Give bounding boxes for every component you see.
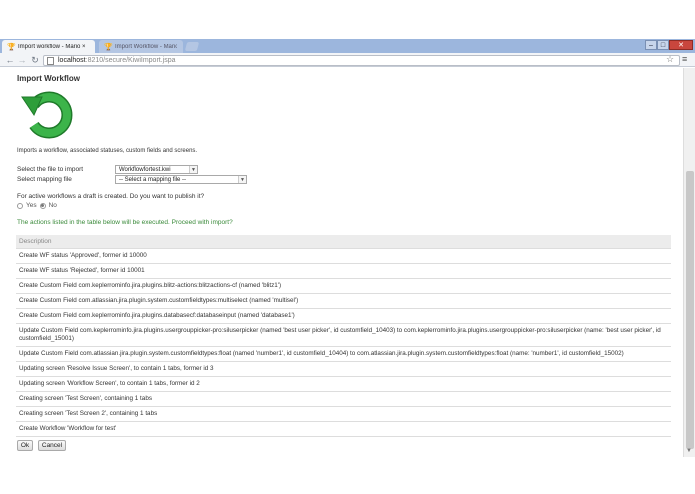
new-tab-button[interactable]: [184, 42, 200, 51]
star-icon[interactable]: ☆: [666, 54, 674, 65]
cancel-button[interactable]: Cancel: [38, 440, 66, 451]
back-icon[interactable]: ←: [4, 54, 16, 66]
table-row: Create Custom Field com.atlassian.jira.p…: [16, 293, 671, 309]
mapping-select[interactable]: -- Select a mapping file -- ▼: [115, 175, 247, 184]
chevron-down-icon: ▼: [189, 166, 197, 173]
table-row: Creating screen 'Test Screen', containin…: [16, 391, 671, 407]
page-icon: [47, 56, 54, 65]
table-row: Create Workflow 'Workflow for test': [16, 421, 671, 437]
table-row: Create Custom Field com.keplerrominfo.ji…: [16, 308, 671, 324]
table-row: Create Custom Field com.keplerrominfo.ji…: [16, 278, 671, 294]
publish-question: For active workflows a draft is created.…: [17, 193, 205, 200]
publish-yes-label: Yes: [26, 202, 37, 209]
table-cell: Create WF status 'Approved', former id 1…: [16, 248, 671, 264]
browser-tab-strip: 🏆 Import workflow - Mario × 🏆 Import Wor…: [0, 39, 695, 53]
file-label: Select the file to import: [17, 166, 84, 173]
top-margin: [0, 0, 695, 39]
menu-icon[interactable]: ≡: [682, 54, 687, 64]
tab-label: Import Workflow - Mario.bu (L): [115, 43, 177, 50]
scroll-down-icon[interactable]: ▼: [686, 448, 692, 454]
browser-toolbar: ← → ↻ localhost:8210/secure/KiwiImport.j…: [0, 53, 695, 67]
table-cell: Updating screen 'Workflow Screen', to co…: [16, 376, 671, 392]
publish-no-radio[interactable]: [39, 202, 46, 209]
address-bar[interactable]: localhost:8210/secure/KiwiImport.jspa: [43, 55, 680, 66]
table-row: Updating screen 'Workflow Screen', to co…: [16, 376, 671, 392]
table-cell: Create Custom Field com.keplerrominfo.ji…: [16, 278, 671, 294]
table-row: Updating screen 'Resolve Issue Screen', …: [16, 361, 671, 377]
tab-import-workflow-2[interactable]: 🏆 Import Workflow - Mario.bu (L): [99, 40, 183, 53]
favicon-icon: 🏆: [104, 43, 113, 51]
table-cell: Create Custom Field com.atlassian.jira.p…: [16, 293, 671, 309]
ok-button[interactable]: Ok: [17, 440, 33, 451]
scrollbar-thumb[interactable]: [686, 171, 694, 449]
reload-icon[interactable]: ↻: [29, 54, 41, 66]
file-select[interactable]: Workflowfortest.kwi ▼: [115, 165, 198, 174]
page-content: Import Workflow Imports a workflow, asso…: [0, 68, 683, 457]
table-cell: Create Workflow 'Workflow for test': [16, 421, 671, 437]
workflow-import-icon: [21, 91, 73, 139]
minimize-button[interactable]: –: [645, 40, 657, 50]
forward-icon[interactable]: →: [16, 54, 28, 66]
intro-text: Imports a workflow, associated statuses,…: [17, 148, 198, 154]
table-cell: Update Custom Field com.keplerrominfo.ji…: [16, 323, 671, 347]
vertical-scrollbar[interactable]: ▼: [683, 68, 695, 457]
table-row: Update Custom Field com.atlassian.jira.p…: [16, 346, 671, 362]
publish-yes-radio[interactable]: [17, 202, 23, 209]
maximize-button[interactable]: □: [657, 40, 669, 50]
table-header-description: Description: [16, 235, 671, 249]
actions-table: Description Create WF status 'Approved',…: [16, 235, 671, 437]
url-path: :8210/secure/KiwiImport.jspa: [85, 57, 176, 64]
url-host: localhost: [58, 57, 86, 64]
table-row: Create WF status 'Rejected', former id 1…: [16, 263, 671, 279]
bottom-margin: [0, 457, 695, 494]
table-cell: Create WF status 'Rejected', former id 1…: [16, 263, 671, 279]
page-title: Import Workflow: [17, 74, 80, 83]
tab-import-workflow[interactable]: 🏆 Import workflow - Mario ×: [2, 40, 95, 53]
publish-options: Yes No: [17, 202, 57, 209]
chevron-down-icon: ▼: [238, 176, 246, 183]
favicon-icon: 🏆: [7, 43, 16, 51]
mapping-select-value: -- Select a mapping file --: [119, 176, 187, 183]
table-cell: Updating screen 'Resolve Issue Screen', …: [16, 361, 671, 377]
table-row: Creating screen 'Test Screen 2', contain…: [16, 406, 671, 422]
publish-no-label: No: [48, 202, 57, 209]
table-cell: Update Custom Field com.atlassian.jira.p…: [16, 346, 671, 362]
mapping-label: Select mapping file: [17, 176, 72, 183]
table-cell: Creating screen 'Test Screen 2', contain…: [16, 406, 671, 422]
table-cell: Creating screen 'Test Screen', containin…: [16, 391, 671, 407]
table-cell: Create Custom Field com.keplerrominfo.ji…: [16, 308, 671, 324]
proceed-notice: The actions listed in the table below wi…: [17, 219, 233, 226]
close-window-button[interactable]: ✕: [669, 40, 693, 50]
table-row: Create WF status 'Approved', former id 1…: [16, 248, 671, 264]
file-select-value: Workflowfortest.kwi: [119, 166, 171, 173]
table-row: Update Custom Field com.keplerrominfo.ji…: [16, 323, 671, 347]
tab-label: Import workflow - Mario ×: [18, 43, 86, 50]
